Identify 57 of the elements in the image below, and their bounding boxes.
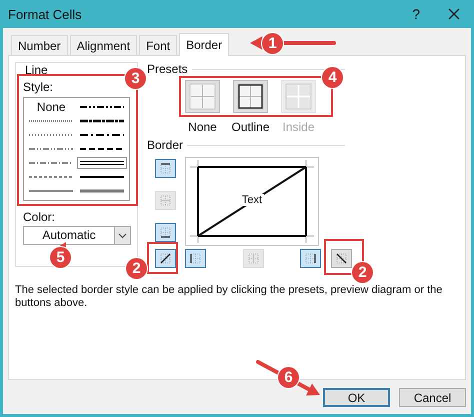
line-sample-drawing <box>80 173 124 181</box>
border-icon <box>247 252 260 265</box>
tab[interactable]: Number <box>11 35 68 55</box>
style-list[interactable]: None <box>23 97 130 201</box>
help-button[interactable]: ? <box>412 6 420 22</box>
close-icon[interactable] <box>448 8 460 20</box>
border-icon <box>159 194 172 207</box>
line-sample-drawing <box>80 145 124 153</box>
step-badge: 6 <box>278 367 299 388</box>
style-label: Style: <box>23 80 54 94</box>
highlight-box <box>147 242 178 274</box>
dialog-button[interactable]: Cancel <box>399 388 466 407</box>
border-button[interactable] <box>331 249 352 268</box>
dialog-button[interactable]: OK <box>323 388 390 407</box>
section-label: Border <box>147 138 184 152</box>
color-dropdown[interactable]: Automatic <box>23 226 131 245</box>
preset-button[interactable] <box>233 80 268 113</box>
step-badge: 4 <box>322 67 343 88</box>
preset-label: Outline <box>231 120 270 134</box>
border-icon <box>159 226 172 239</box>
border-icon <box>335 252 348 265</box>
border-button[interactable] <box>155 159 176 178</box>
border-icon <box>304 252 317 265</box>
border-preview[interactable]: Text <box>185 157 319 246</box>
border-button[interactable] <box>300 249 321 268</box>
step-badge: 2 <box>126 258 147 279</box>
border-button[interactable] <box>155 223 176 242</box>
line-style-option[interactable] <box>76 157 127 169</box>
line-sample-drawing <box>80 131 124 139</box>
border-icon <box>159 162 172 175</box>
border-icon <box>189 252 202 265</box>
preview-text: Text <box>240 194 264 206</box>
border-button[interactable] <box>185 249 206 268</box>
chevron-down-icon <box>114 227 130 244</box>
color-label: Color: <box>23 210 56 224</box>
border-icon <box>159 252 172 265</box>
section-label: Presets <box>147 62 188 76</box>
border-button[interactable] <box>155 249 176 268</box>
window-title: Format Cells <box>8 6 83 22</box>
line-sample-drawing <box>80 159 124 167</box>
step-badge: 3 <box>125 68 146 89</box>
preset-label: Inside <box>282 120 315 134</box>
preset-label: None <box>188 120 217 134</box>
line-sample-drawing <box>80 187 124 195</box>
step-badge: 5 <box>50 247 71 268</box>
line-sample-drawing <box>80 103 124 111</box>
arrow <box>256 360 320 396</box>
line-sample-drawing <box>80 117 124 125</box>
help-text: The selected border style can be applied by clicking the presets, preview diagram or the buttons above. <box>15 284 444 310</box>
grid-icon <box>285 83 312 110</box>
grid-icon <box>189 83 216 110</box>
tab[interactable]: Border <box>179 33 230 56</box>
tab[interactable]: Alignment <box>70 35 138 55</box>
grid-icon <box>237 83 264 110</box>
line-style-option[interactable]: None <box>26 101 76 113</box>
step-badge: 2 <box>352 262 373 283</box>
tab[interactable]: Font <box>139 35 178 55</box>
